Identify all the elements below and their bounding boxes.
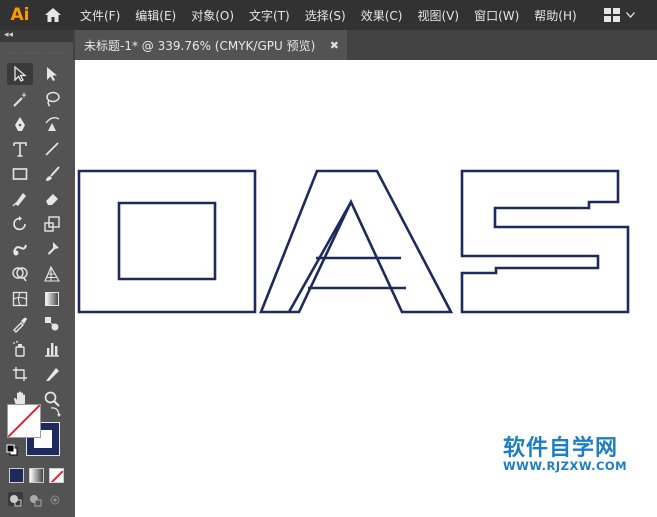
blend-tool-icon[interactable] <box>39 313 65 335</box>
menu-type[interactable]: 文字(T) <box>249 7 290 24</box>
puppet-warp-tool-icon[interactable] <box>39 238 65 260</box>
chevron-down-icon <box>626 12 635 18</box>
menu-window[interactable]: 窗口(W) <box>474 7 519 24</box>
artboard-tool-icon[interactable] <box>7 363 33 385</box>
none-mode-button[interactable] <box>49 468 64 483</box>
line-segment-tool-icon[interactable] <box>39 138 65 160</box>
workspace-switcher[interactable] <box>604 8 635 22</box>
letter-s-outline <box>460 169 630 314</box>
swap-fill-stroke-icon[interactable] <box>49 403 63 417</box>
fill-swatch[interactable] <box>7 404 41 438</box>
pen-tool-icon[interactable] <box>7 113 33 135</box>
rectangle-tool-icon[interactable] <box>7 163 33 185</box>
collapse-icon: ◂◂ <box>4 30 14 40</box>
tools-panel <box>0 42 73 517</box>
menu-help[interactable]: 帮助(H) <box>534 7 576 24</box>
warp-tool-icon[interactable] <box>7 238 33 260</box>
direct-selection-tool-icon[interactable] <box>39 63 65 85</box>
watermark-title: 软件自学网 <box>503 436 619 461</box>
menu-object[interactable]: 对象(O) <box>191 7 234 24</box>
eraser-tool-icon[interactable] <box>39 188 65 210</box>
home-icon[interactable] <box>42 4 64 26</box>
panel-collapse[interactable]: ◂◂ <box>0 30 73 42</box>
draw-inside-icon[interactable] <box>48 492 63 506</box>
menu-view[interactable]: 视图(V) <box>417 7 459 24</box>
document-tab[interactable]: 未标题-1* @ 339.76% (CMYK/GPU 预览) ✖ <box>75 30 347 60</box>
menu-file[interactable]: 文件(F) <box>80 7 120 24</box>
letter-o-outer <box>77 169 257 314</box>
draw-behind-icon[interactable] <box>28 492 43 507</box>
letter-a-outer <box>259 169 454 314</box>
menu-bar: Ai 文件(F) 编辑(E) 对象(O) 文字(T) 选择(S) 效果(C) 视… <box>0 0 657 30</box>
magic-wand-tool-icon[interactable] <box>7 88 33 110</box>
menu-edit[interactable]: 编辑(E) <box>135 7 176 24</box>
symbol-sprayer-tool-icon[interactable] <box>7 338 33 360</box>
shape-builder-tool-icon[interactable] <box>7 263 33 285</box>
close-icon[interactable]: ✖ <box>330 39 339 52</box>
curvature-tool-icon[interactable] <box>39 113 65 135</box>
gradient-mode-button[interactable] <box>29 468 44 483</box>
selection-tool-icon[interactable] <box>7 63 33 85</box>
document-tab-title: 未标题-1* @ 339.76% (CMYK/GPU 预览) <box>84 38 316 53</box>
paintbrush-tool-icon[interactable] <box>39 163 65 185</box>
default-fill-stroke-icon[interactable] <box>6 441 18 456</box>
rotate-tool-icon[interactable] <box>7 213 33 235</box>
menu-select[interactable]: 选择(S) <box>305 7 346 24</box>
gradient-tool-icon[interactable] <box>39 288 65 310</box>
color-mode-button[interactable] <box>9 468 24 483</box>
scale-tool-icon[interactable] <box>39 213 65 235</box>
mesh-tool-icon[interactable] <box>7 288 33 310</box>
perspective-grid-tool-icon[interactable] <box>39 263 65 285</box>
app-logo: Ai <box>10 5 30 25</box>
lasso-tool-icon[interactable] <box>39 88 65 110</box>
menu-effect[interactable]: 效果(C) <box>361 7 403 24</box>
type-tool-icon[interactable] <box>7 138 33 160</box>
column-graph-tool-icon[interactable] <box>39 338 65 360</box>
letter-o-inner <box>117 201 217 281</box>
toolbar-grip[interactable] <box>0 42 73 56</box>
workspace-grid-icon <box>604 8 620 22</box>
draw-normal-icon[interactable] <box>8 492 23 507</box>
watermark-url: WWW.RJZXW.COM <box>503 459 628 473</box>
shaper-tool-icon[interactable] <box>7 188 33 210</box>
slice-tool-icon[interactable] <box>39 363 65 385</box>
eyedropper-tool-icon[interactable] <box>7 313 33 335</box>
